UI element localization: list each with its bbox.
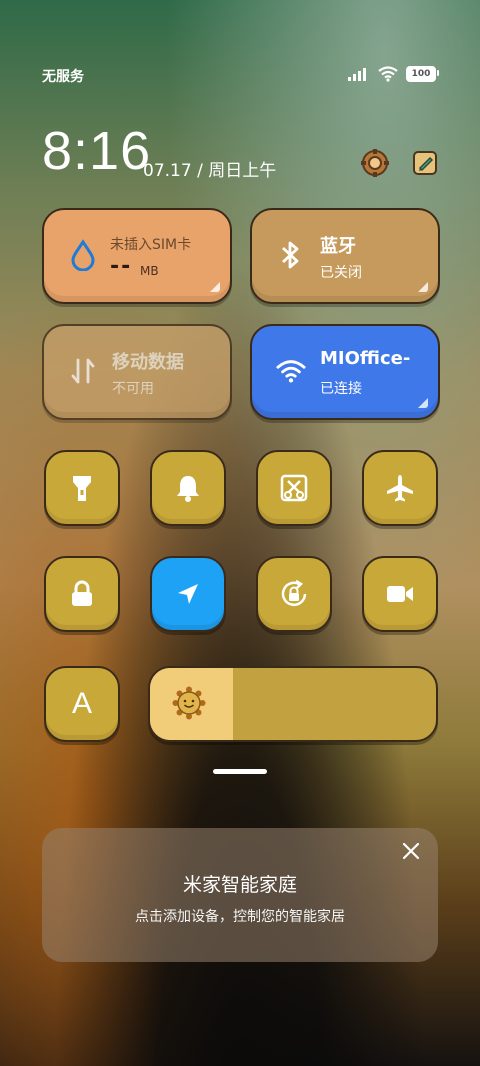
mobile-data-title: 移动数据 xyxy=(112,352,184,373)
airplane-toggle[interactable] xyxy=(362,450,438,526)
screenshot-toggle[interactable] xyxy=(256,450,332,526)
expand-corner-icon xyxy=(418,398,428,408)
bluetooth-title: 蓝牙 xyxy=(320,236,356,257)
data-usage-unit: MB xyxy=(140,264,159,278)
bluetooth-status: 已关闭 xyxy=(320,265,362,281)
clock-date: 07.17 / 周日上午 xyxy=(143,161,277,181)
data-usage-title: 未插入SIM卡 xyxy=(110,237,192,253)
video-camera-icon xyxy=(387,586,413,602)
smart-home-title: 米家智能家庭 xyxy=(182,874,297,896)
flashlight-toggle[interactable] xyxy=(44,450,120,526)
smart-home-subtitle: 点击添加设备，控制您的智能家居 xyxy=(135,909,345,925)
battery-level: 100 xyxy=(411,69,431,79)
rotation-lock-icon xyxy=(281,579,307,607)
wifi-status: 已连接 xyxy=(320,381,362,397)
sun-icon xyxy=(172,686,206,720)
lock-screen-toggle[interactable] xyxy=(44,556,120,632)
screen-record-toggle[interactable] xyxy=(362,556,438,632)
settings-gear-icon[interactable] xyxy=(360,148,390,178)
bell-icon xyxy=(177,476,199,502)
data-usage-value: -- xyxy=(110,254,133,279)
clock-time: 8:16 xyxy=(42,121,152,181)
bluetooth-icon xyxy=(276,240,306,270)
data-usage-tile[interactable]: 未插入SIM卡 -- MB xyxy=(42,208,232,304)
location-arrow-icon xyxy=(178,584,198,604)
auto-brightness-toggle[interactable]: A xyxy=(44,666,120,742)
expand-corner-icon xyxy=(210,282,220,292)
auto-brightness-label: A xyxy=(71,687,92,720)
mobile-data-tile[interactable]: 移动数据 不可用 xyxy=(42,324,232,420)
drag-handle[interactable] xyxy=(213,769,267,774)
ringer-toggle[interactable] xyxy=(150,450,226,526)
status-icons: 100 xyxy=(348,66,439,82)
wifi-status-icon xyxy=(378,66,398,82)
scissors-icon xyxy=(280,474,308,502)
airplane-icon xyxy=(387,475,413,502)
lock-icon xyxy=(72,580,92,606)
close-icon[interactable] xyxy=(400,840,422,862)
wifi-network-name: MIOffice- xyxy=(320,348,411,369)
location-toggle[interactable] xyxy=(150,556,226,632)
flashlight-icon xyxy=(73,476,91,501)
water-drop-icon xyxy=(68,239,98,271)
brightness-slider[interactable] xyxy=(148,666,438,742)
signal-icon xyxy=(348,68,366,81)
bluetooth-tile[interactable]: 蓝牙 已关闭 xyxy=(250,208,440,304)
expand-corner-icon xyxy=(418,282,428,292)
wifi-tile[interactable]: MIOffice- 已连接 xyxy=(250,324,440,420)
mobile-data-status: 不可用 xyxy=(112,381,154,397)
edit-icon[interactable] xyxy=(410,148,440,178)
rotation-lock-toggle[interactable] xyxy=(256,556,332,632)
wifi-icon xyxy=(276,356,306,386)
battery-icon: 100 xyxy=(406,66,439,82)
carrier-status: 无服务 xyxy=(42,69,84,85)
smart-home-card[interactable]: 米家智能家庭 点击添加设备，控制您的智能家居 xyxy=(42,828,438,962)
data-arrows-icon xyxy=(68,356,98,386)
